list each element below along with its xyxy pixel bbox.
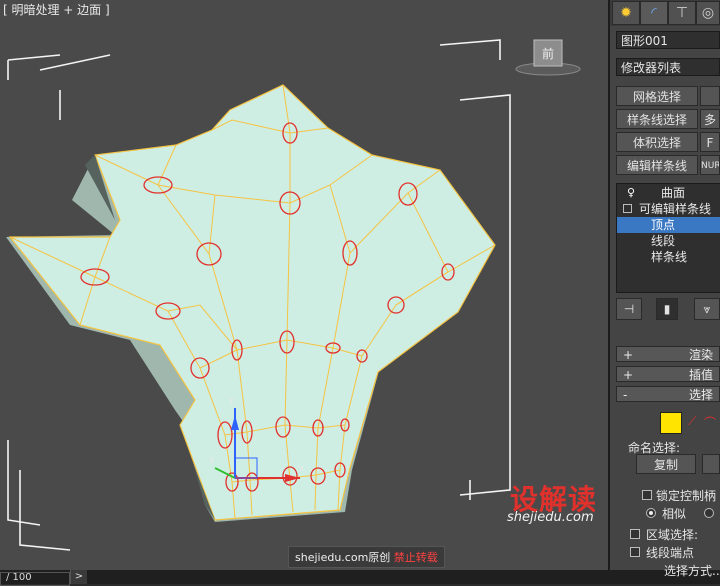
pin-icon: ⊣ — [623, 302, 635, 316]
spline-select-button[interactable]: 样条线选择 — [616, 109, 698, 129]
paste-button[interactable] — [702, 454, 720, 474]
create-tab[interactable]: ✹ — [612, 1, 640, 25]
blank-button[interactable] — [700, 86, 720, 106]
lock-handles-label: 锁定控制柄 — [656, 489, 717, 503]
stack-item-label: 样条线 — [651, 250, 688, 264]
modifier-stack: ♀ 曲面 可编辑样条线 顶点 线段 样条线 — [616, 183, 720, 293]
rollout-sign: + — [623, 368, 634, 382]
viewcube[interactable]: 前 — [515, 39, 581, 76]
viewport-label[interactable]: [ 明暗处理 + 边面 ] — [0, 0, 113, 19]
axis-y-label: y — [209, 455, 215, 465]
credit-note: shejiedu.com原创 禁止转载 — [288, 546, 445, 568]
unique-icon: ⩔ — [703, 302, 711, 316]
collapse-icon — [623, 204, 632, 213]
command-panel: ✹ ◜ ⊤ ◎ 图形001 修改器列表 网格选择 样条线选择 多 体积选择 F … — [610, 0, 720, 578]
nurbs-button[interactable]: NUR — [700, 155, 720, 175]
rollout-sign: + — [623, 348, 634, 362]
stack-item-label: 线段 — [651, 234, 676, 248]
hierarchy-tab[interactable]: ⊤ — [668, 1, 696, 25]
axis-z-label: z — [229, 397, 234, 407]
time-slider-bar — [0, 570, 720, 584]
rollout-interpolation[interactable]: + 插值 — [616, 366, 720, 382]
make-unique-button[interactable]: ⩔ — [694, 298, 720, 320]
viewcube-face-label: 前 — [542, 46, 554, 61]
similar-radio[interactable] — [646, 508, 656, 518]
f-button[interactable]: F — [700, 132, 720, 152]
stack-item-label: 可编辑样条线 — [639, 202, 712, 216]
frame-counter: / 100 — [6, 572, 32, 583]
rollout-sign: - — [623, 388, 628, 402]
display-icon: ◎ — [701, 5, 715, 21]
volume-select-button[interactable]: 体积选择 — [616, 132, 698, 152]
mesh-select-button[interactable]: 网格选择 — [616, 86, 698, 106]
multi-button[interactable]: 多 — [700, 109, 720, 129]
stack-item-label: 曲面 — [661, 186, 686, 200]
axis-x-label: x — [299, 464, 305, 474]
watermark-url: shejiedu.com — [507, 510, 594, 525]
lock-handles-checkbox[interactable] — [642, 490, 652, 500]
sun-icon: ✹ — [620, 5, 632, 21]
pin-stack-button[interactable]: ⊣ — [616, 298, 642, 320]
bar-icon: ▮ — [663, 302, 671, 316]
similar-label: 相似 — [662, 507, 687, 521]
stack-item-label: 顶点 — [651, 218, 676, 232]
segment-mode-icon[interactable]: ⟋ — [688, 414, 696, 429]
credit-text: shejiedu.com原创 — [295, 551, 391, 564]
motion-tab[interactable]: ◎ — [696, 1, 720, 25]
credit-warning: 禁止转载 — [393, 551, 438, 564]
bulb-icon: ♀ — [627, 186, 636, 199]
panel-tabs: ✹ ◜ ⊤ ◎ — [610, 0, 720, 26]
stack-item-spline[interactable]: 样条线 — [617, 249, 720, 265]
vertex-mode-icon[interactable] — [660, 412, 682, 434]
stack-item-vertex[interactable]: 顶点 — [617, 217, 720, 233]
area-selection-label: 区域选择: — [646, 528, 699, 542]
curve-icon: ◜ — [651, 5, 657, 21]
segment-end-label: 线段端点 — [646, 546, 695, 560]
area-selection-checkbox[interactable] — [630, 529, 640, 539]
viewport-front[interactable]: z x y 前 [ 明暗处理 + 边面 ] 设解读 shejiedu.com s… — [0, 0, 610, 570]
selection-method-button[interactable]: 选择方式... — [664, 562, 720, 579]
rollout-render[interactable]: + 渲染 — [616, 346, 720, 362]
all-radio[interactable] — [704, 508, 714, 518]
copy-button[interactable]: 复制 — [636, 454, 696, 474]
segment-end-checkbox[interactable] — [630, 547, 640, 557]
next-frame-button[interactable]: > — [70, 570, 87, 584]
rollout-selection[interactable]: - 选择 — [616, 386, 720, 402]
rollout-label: 渲染 — [689, 348, 714, 362]
spline-mode-icon[interactable]: ⌒ — [704, 414, 716, 431]
stack-item-surface[interactable]: ♀ 曲面 — [617, 185, 720, 201]
stack-item-editable-spline[interactable]: 可编辑样条线 — [617, 201, 720, 217]
leaf-mesh[interactable] — [6, 84, 496, 522]
modify-tab[interactable]: ◜ — [640, 1, 668, 25]
hierarchy-icon: ⊤ — [675, 5, 689, 21]
rollout-label: 插值 — [689, 368, 714, 382]
show-end-result-button[interactable]: ▮ — [656, 298, 678, 320]
mesh-surface — [8, 84, 496, 521]
edit-spline-button[interactable]: 编辑样条线 — [616, 155, 698, 175]
object-name-field[interactable]: 图形001 — [616, 31, 720, 49]
rollout-label: 选择 — [689, 388, 714, 402]
stack-item-segment[interactable]: 线段 — [617, 233, 720, 249]
modifier-list-dropdown[interactable]: 修改器列表 — [616, 58, 720, 76]
